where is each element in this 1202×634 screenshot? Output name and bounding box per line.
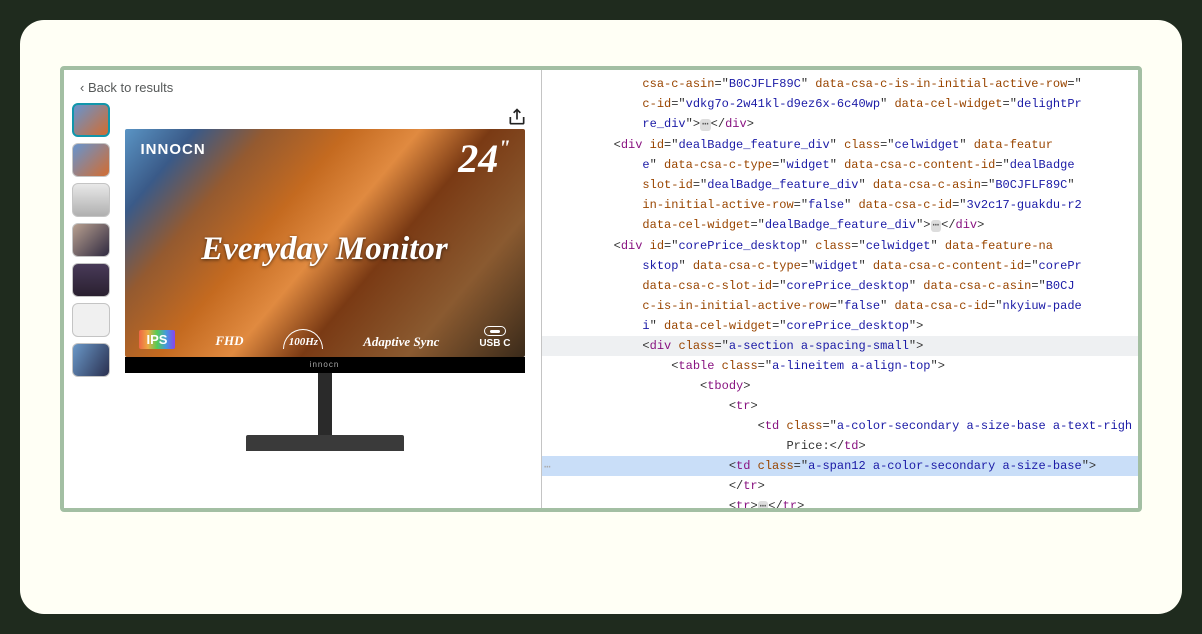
product-pane: Back to results	[64, 70, 542, 508]
code-line[interactable]: ▼ <tbody>	[542, 376, 1138, 396]
devtools-elements-panel[interactable]: csa-c-asin="B0CJFLF89C" data-csa-c-is-in…	[542, 70, 1138, 508]
code-line[interactable]: e" data-csa-c-type="widget" data-csa-c-c…	[542, 155, 1138, 175]
code-line[interactable]: <td class="a-color-secondary a-size-base…	[542, 416, 1138, 436]
thumbnail-4[interactable]	[72, 223, 110, 257]
code-line[interactable]: ▼ <div class="a-section a-spacing-small"…	[542, 336, 1138, 356]
main-product-image[interactable]: INNOCN 24" Everyday Monitor IPS FHD 100H…	[116, 101, 533, 451]
hero-text: Everyday Monitor	[125, 231, 525, 268]
ips-badge: IPS	[139, 330, 176, 349]
code-line[interactable]: sktop" data-csa-c-type="widget" data-csa…	[542, 256, 1138, 276]
split-frame: Back to results	[60, 66, 1142, 512]
code-line[interactable]: in-initial-active-row="false" data-csa-c…	[542, 195, 1138, 215]
code-line[interactable]: c-is-in-initial-active-row="false" data-…	[542, 296, 1138, 316]
thumbnail-2[interactable]	[72, 143, 110, 177]
monitor-stand-base	[246, 435, 404, 451]
brand-logo: INNOCN	[141, 141, 206, 158]
fhd-badge: FHD	[215, 333, 243, 349]
code-line[interactable]: ▼ <tr>	[542, 396, 1138, 416]
code-line[interactable]: ▶ <tr>⋯</tr>	[542, 496, 1138, 508]
code-line[interactable]: ▼ <div id="corePrice_desktop" class="cel…	[542, 236, 1138, 256]
thumbnail-1[interactable]	[72, 103, 110, 137]
code-line[interactable]: slot-id="dealBadge_feature_div" data-csa…	[542, 175, 1138, 195]
monitor-render: INNOCN 24" Everyday Monitor IPS FHD 100H…	[125, 129, 525, 451]
code-line[interactable]: re_div">⋯</div>	[542, 114, 1138, 135]
monitor-stand-neck	[318, 373, 332, 435]
outer-card: Back to results	[20, 20, 1182, 614]
code-line[interactable]: ▼ <table class="a-lineitem a-align-top">	[542, 356, 1138, 376]
thumbnail-3[interactable]	[72, 183, 110, 217]
feature-row: IPS FHD 100Hz Adaptive Sync USB C	[139, 326, 511, 349]
code-line[interactable]: ▶ <td class="a-span12 a-color-secondary …	[542, 456, 1138, 476]
code-line[interactable]: data-cel-widget="dealBadge_feature_div">…	[542, 215, 1138, 236]
hz-badge: 100Hz	[283, 329, 323, 349]
thumbnail-6[interactable]	[72, 303, 110, 337]
code-line[interactable]: data-csa-c-slot-id="corePrice_desktop" d…	[542, 276, 1138, 296]
thumbnail-7[interactable]	[72, 343, 110, 377]
back-to-results-link[interactable]: Back to results	[64, 70, 541, 101]
code-line[interactable]: Price:</td>	[542, 436, 1138, 456]
screen-size-label: 24"	[458, 135, 510, 182]
monitor-bezel-brand: innocn	[125, 357, 525, 373]
code-line[interactable]: csa-c-asin="B0CJFLF89C" data-csa-c-is-in…	[542, 74, 1138, 94]
usbc-badge: USB C	[479, 326, 510, 349]
code-line[interactable]: c-id="vdkg7o-2w41kl-d9ez6x-6c40wp" data-…	[542, 94, 1138, 114]
code-line[interactable]: i" data-cel-widget="corePrice_desktop">	[542, 316, 1138, 336]
adaptive-sync-badge: Adaptive Sync	[363, 335, 439, 349]
thumbnail-5[interactable]	[72, 263, 110, 297]
gutter-more-icon[interactable]: ⋯	[544, 458, 551, 478]
code-line[interactable]: ▶ <div id="dealBadge_feature_div" class=…	[542, 135, 1138, 155]
thumbnail-strip	[72, 101, 110, 451]
share-icon[interactable]	[507, 107, 527, 127]
code-line[interactable]: </tr>	[542, 476, 1138, 496]
